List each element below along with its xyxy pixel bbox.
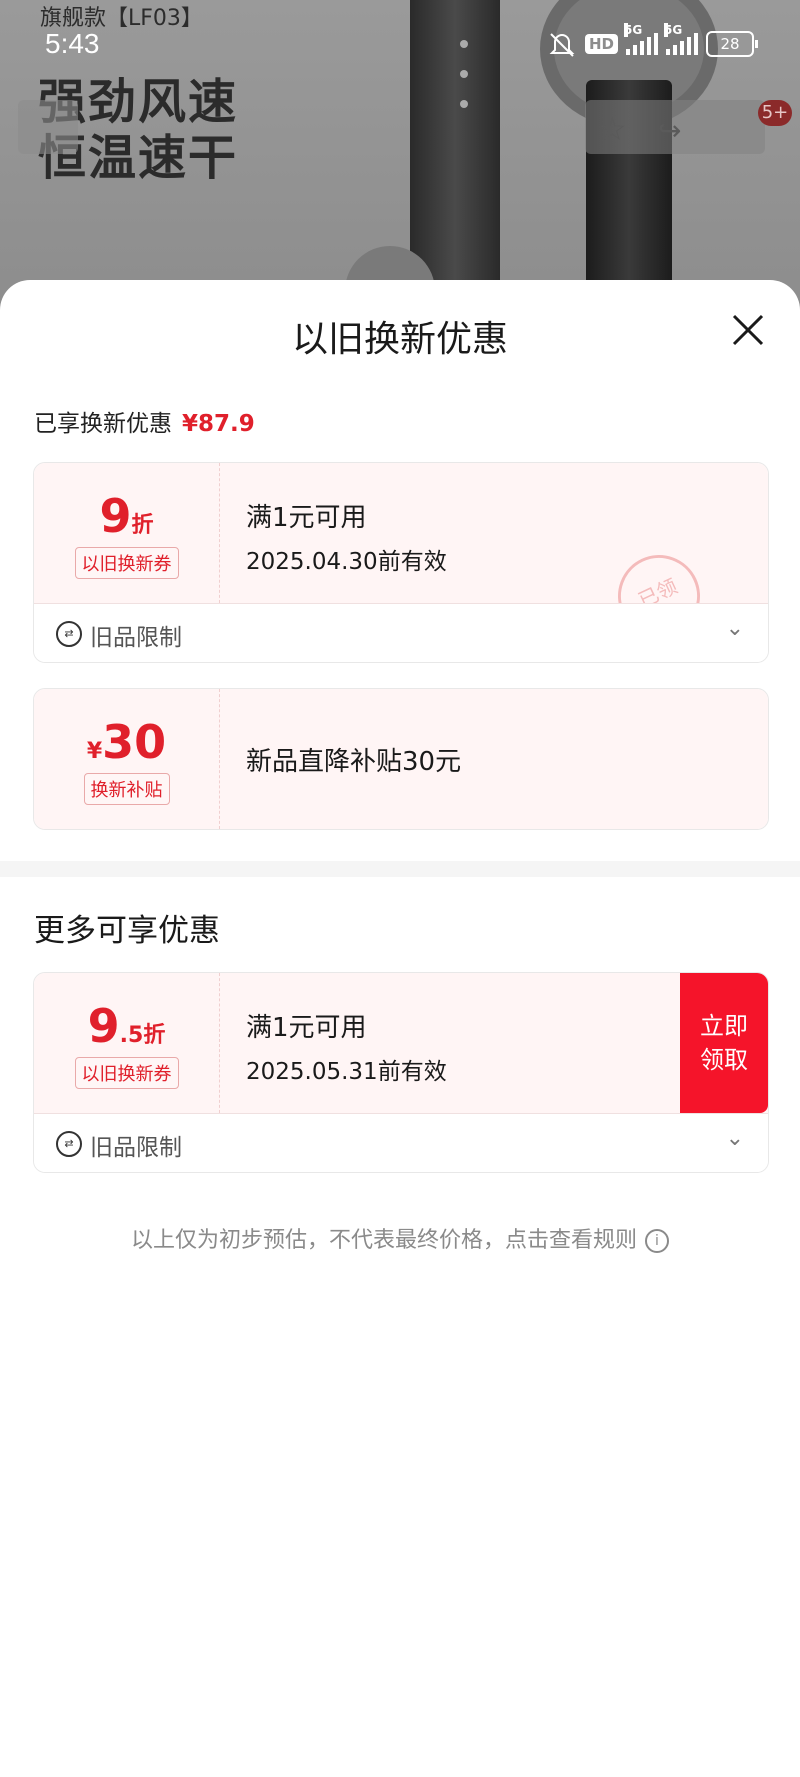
trade-in-sheet: 以旧换新优惠 已享换新优惠 ¥87.9 9折 以旧换新券 满1元可用 2025.0… <box>0 280 800 1777</box>
coupon-value: 9 <box>87 999 120 1053</box>
sheet-title: 以旧换新优惠 <box>291 319 508 360</box>
coupon-validity: 2025.04.30前有效 <box>246 549 447 575</box>
old-item-limit-row[interactable]: ⇄ 旧品限制 ⌄ <box>34 604 768 662</box>
footnote-text: 以上仅为初步预估，不代表最终价格，点击查看规则 <box>130 1228 637 1253</box>
coupon-value-panel: ¥30 换新补贴 <box>34 689 220 829</box>
old-item-limit-row[interactable]: ⇄ 旧品限制 ⌄ <box>34 1114 768 1172</box>
enjoyed-discount: 已享换新优惠 ¥87.9 <box>34 404 255 438</box>
cart-badge: 5+ <box>758 100 792 126</box>
more-offers-title: 更多可享优惠 <box>34 913 220 949</box>
star-icon[interactable]: ☆ <box>598 110 627 148</box>
limit-label: 旧品限制 <box>90 625 182 651</box>
coupon-value-panel: 9.5折 以旧换新券 <box>34 973 220 1113</box>
coupon-info: 满1元可用 2025.05.31前有效 <box>246 1007 447 1086</box>
limit-label: 旧品限制 <box>90 1135 182 1161</box>
claim-now-button[interactable]: 立即 领取 <box>680 973 768 1113</box>
chevron-down-icon: ⌄ <box>725 1126 744 1151</box>
back-button[interactable] <box>18 100 78 154</box>
coupon-body: 9.5折 以旧换新券 满1元可用 2025.05.31前有效 立即 领取 <box>34 973 768 1114</box>
coupon-validity: 2025.05.31前有效 <box>246 1059 447 1085</box>
rules-footnote[interactable]: 以上仅为初步预估，不代表最终价格，点击查看规则 i <box>0 1222 800 1254</box>
hair-dryer-image <box>410 0 500 300</box>
coupon-body: ¥30 换新补贴 新品直降补贴30元 <box>34 689 768 829</box>
battery-indicator: 28 <box>706 31 758 57</box>
coupon-tag: 换新补贴 <box>83 773 170 805</box>
trade-in-icon: ⇄ <box>56 1131 82 1157</box>
coupon-tag: 以旧换新券 <box>74 547 179 579</box>
coupon-value: 9 <box>99 489 132 543</box>
network-label-2: 5G <box>664 23 683 37</box>
signal-icon-2: 5G <box>664 23 698 55</box>
coupon-condition: 满1元可用 <box>246 503 367 533</box>
signal-icon: 5G <box>624 23 658 55</box>
coupon-value-panel: 9折 以旧换新券 <box>34 463 220 603</box>
claim-label-2: 领取 <box>700 1046 748 1074</box>
info-icon[interactable]: i <box>645 1229 669 1253</box>
coupon-unit: 折 <box>131 513 154 538</box>
hd-badge: HD <box>584 34 618 54</box>
share-icon[interactable]: ↪ <box>658 114 681 147</box>
coupon-condition: 满1元可用 <box>246 1013 367 1043</box>
chevron-down-icon: ⌄ <box>725 616 744 641</box>
trade-in-coupon-card: 9折 以旧换新券 满1元可用 2025.04.30前有效 已领 ⇄ 旧品限制 ⌄ <box>33 462 769 663</box>
coupon-info: 满1元可用 2025.04.30前有效 <box>246 497 447 576</box>
claim-label-1: 立即 <box>700 1012 748 1040</box>
network-label-1: 5G <box>624 23 643 37</box>
available-coupon-card: 9.5折 以旧换新券 满1元可用 2025.05.31前有效 立即 领取 ⇄ 旧… <box>33 972 769 1173</box>
claimed-stamp: 已领 <box>604 541 714 603</box>
enjoyed-label: 已享换新优惠 <box>34 411 172 437</box>
enjoyed-amount: ¥87.9 <box>182 411 255 437</box>
coupon-value: 30 <box>102 715 167 769</box>
close-icon[interactable] <box>730 312 766 348</box>
status-icons: HD 5G 5G 28 <box>547 23 758 60</box>
coupon-info: 新品直降补贴30元 <box>246 741 461 778</box>
coupon-value-decimal: .5 <box>119 1023 144 1048</box>
coupon-body: 9折 以旧换新券 满1元可用 2025.04.30前有效 已领 <box>34 463 768 604</box>
subsidy-coupon-card: ¥30 换新补贴 新品直降补贴30元 <box>33 688 769 830</box>
coupon-tag: 以旧换新券 <box>74 1057 179 1089</box>
mute-bell-icon <box>549 33 575 57</box>
coupon-unit: 折 <box>143 1023 166 1048</box>
coupon-description: 新品直降补贴30元 <box>246 747 462 777</box>
section-divider <box>0 861 800 877</box>
coupon-currency: ¥ <box>86 739 103 764</box>
status-time: 5:43 <box>45 28 100 59</box>
trade-in-icon: ⇄ <box>56 621 82 647</box>
